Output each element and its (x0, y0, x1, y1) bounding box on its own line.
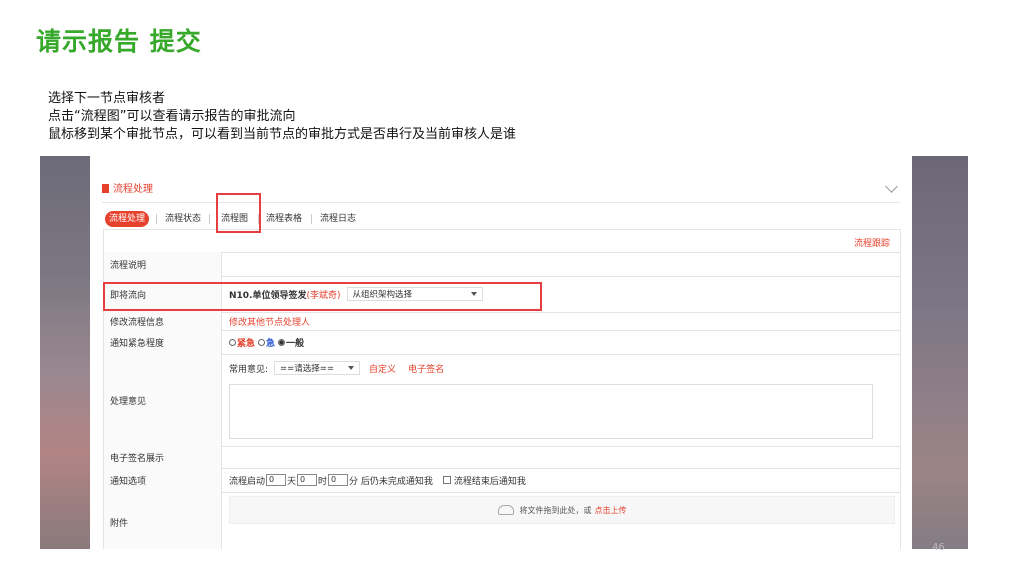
track-link[interactable]: 流程跟踪 (854, 236, 890, 249)
common-opinion-label: 常用意见: (229, 364, 269, 375)
modify-label: 修改流程信息 (104, 312, 222, 330)
urgency-label: 通知紧急程度 (104, 330, 222, 354)
notify-end-label: 流程结束后通知我 (453, 476, 526, 487)
esign-link[interactable]: 电子签名 (408, 362, 444, 375)
notify-row: 通知选项 流程启动 0天 0时 0分 后仍未完成通知我 流程结束后通知我 (104, 468, 900, 493)
upload-link[interactable]: 点击上传 (595, 505, 627, 516)
tab-status[interactable]: 流程状态 (165, 211, 201, 227)
urgency-row: 通知紧急程度 紧急 急 一般 (104, 330, 900, 355)
track-row: 流程跟踪 (104, 230, 900, 253)
panel-title: 流程处理 (113, 184, 153, 195)
tab-separator (156, 214, 157, 224)
tab-log[interactable]: 流程日志 (320, 211, 356, 227)
chevron-down-icon[interactable] (885, 180, 898, 193)
common-opinion-value: ==请选择== (280, 364, 335, 374)
opinion-label: 处理意见 (104, 354, 222, 446)
notify-end-checkbox[interactable] (442, 476, 451, 484)
notify-label: 通知选项 (104, 468, 222, 492)
flowchart-tab-highlight (216, 193, 261, 233)
custom-link[interactable]: 自定义 (369, 362, 396, 375)
radio-urgent[interactable] (229, 338, 236, 346)
cloud-upload-icon (497, 505, 514, 515)
modify-row: 修改流程信息 修改其他节点处理人 (104, 312, 900, 331)
tab-process[interactable]: 流程处理 (105, 211, 150, 227)
radio-normal[interactable] (278, 338, 286, 346)
screenshot-panel: 流程处理 流程处理 流程状态 流程图 流程表格 流程日志 流程跟踪 流程说明 即… (90, 156, 912, 549)
desc-line: 鼠标移到某个审批节点，可以看到当前节点的审批方式是否串行及当前审核人是谁 (48, 127, 517, 142)
normal-label: 一般 (286, 338, 305, 349)
right-backdrop (912, 156, 968, 549)
flow-desc-label: 流程说明 (104, 252, 222, 276)
document-icon (102, 184, 109, 193)
tab-table[interactable]: 流程表格 (266, 211, 302, 227)
modify-value: 修改其他节点处理人 (229, 312, 310, 330)
flow-desc-row: 流程说明 (104, 252, 900, 277)
tab-separator (311, 214, 312, 224)
panel-header: 流程处理 (102, 180, 153, 195)
urgent-label: 紧急 (237, 338, 256, 349)
upload-dropzone[interactable]: 将文件拖到此处，或 点击上传 (229, 496, 895, 524)
slide-description: 选择下一节点审核者 点击“流程图”可以查看请示报告的审批流向 鼠标移到某个审批节… (48, 90, 516, 144)
upload-text: 将文件拖到此处，或 (519, 505, 592, 515)
attachment-row: 附件 将文件拖到此处，或 点击上传 (104, 492, 900, 549)
attachment-label: 附件 (104, 492, 222, 549)
notify-min-text: 分 后仍未完成通知我 (349, 476, 433, 487)
modify-link[interactable]: 修改其他节点处理人 (229, 315, 310, 328)
notify-min-input[interactable]: 0 (328, 474, 349, 486)
notify-hour-unit: 时 (318, 476, 328, 487)
esign-show-row: 电子签名展示 (104, 446, 900, 469)
notify-day-input[interactable]: 0 (266, 474, 287, 486)
tab-separator (209, 214, 210, 224)
notify-day-unit: 天 (287, 476, 297, 487)
desc-line: 点击“流程图”可以查看请示报告的审批流向 (48, 109, 296, 124)
slide-title: 请示报告 提交 (36, 27, 202, 56)
opinion-textarea[interactable] (229, 384, 873, 439)
opinion-tools: 常用意见: ==请选择== 自定义 电子签名 (229, 360, 444, 376)
urgency-options: 紧急 急 一般 (229, 330, 304, 354)
notify-start: 流程启动 (229, 476, 266, 487)
notify-options: 流程启动 0天 0时 0分 后仍未完成通知我 流程结束后通知我 (229, 468, 526, 492)
esign-show-label: 电子签名展示 (104, 446, 222, 468)
caret-down-icon (348, 366, 355, 370)
left-backdrop (40, 156, 90, 549)
radio-hurry[interactable] (258, 338, 266, 346)
notify-hour-input[interactable]: 0 (297, 474, 318, 486)
common-opinion-select[interactable]: ==请选择== (274, 361, 361, 375)
opinion-row: 处理意见 常用意见: ==请选择== 自定义 电子签名 (104, 354, 900, 447)
page-number: 46 (932, 542, 945, 553)
hurry-label: 急 (266, 338, 276, 349)
desc-line: 选择下一节点审核者 (48, 91, 166, 106)
process-form: 流程跟踪 流程说明 即将流向 N10.单位领导签发 (李斌奇) 从组织架构选择 修… (103, 229, 901, 549)
next-step-highlight (103, 282, 542, 311)
